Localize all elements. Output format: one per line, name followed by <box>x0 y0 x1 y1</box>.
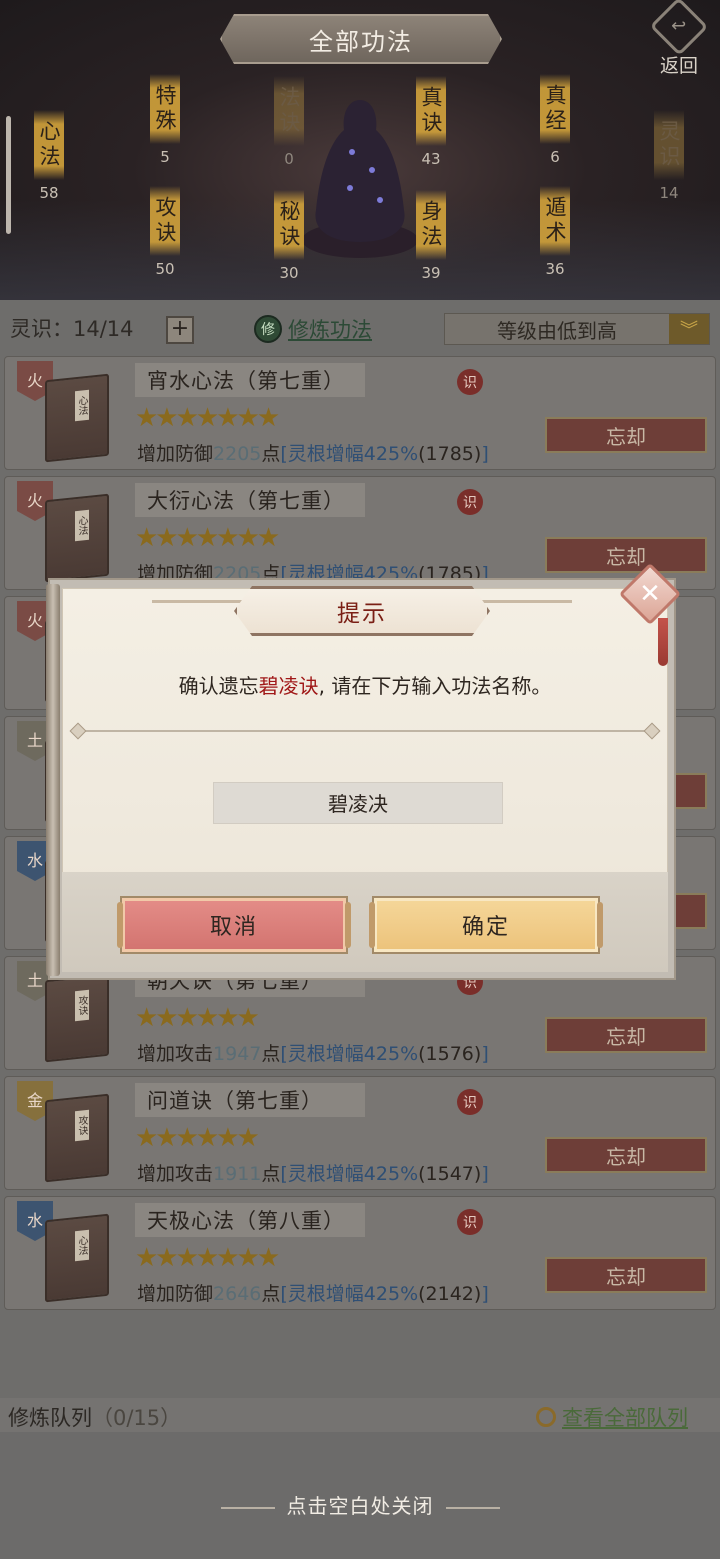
category-label: 秘诀 <box>274 190 304 260</box>
book-icon: 攻诀 <box>45 1093 109 1183</box>
forget-button[interactable]: 忘却 <box>545 417 707 453</box>
technique-name: 宵水心法（第七重） <box>135 363 365 397</box>
category-count: 5 <box>160 148 170 166</box>
technique-name-input[interactable]: 碧凌决 <box>213 782 503 824</box>
technique-name: 问道诀（第七重） <box>135 1083 365 1117</box>
scroll-rod <box>46 584 60 976</box>
technique-name: 天极心法（第八重） <box>135 1203 365 1237</box>
book-icon: 心法 <box>45 1213 109 1303</box>
dialog-message: 确认遗忘碧凌诀, 请在下方输入功法名称。 <box>178 674 552 698</box>
forget-button[interactable]: 忘却 <box>545 1257 707 1293</box>
add-lingshi-button[interactable]: + <box>166 316 194 344</box>
identify-icon[interactable]: 识 <box>457 1209 483 1235</box>
book-icon: 心法 <box>45 493 109 583</box>
category-teshu[interactable]: 特殊 5 <box>150 74 180 166</box>
identify-icon[interactable]: 识 <box>457 369 483 395</box>
practice-label: 修炼功法 <box>288 318 372 342</box>
technique-name-highlight: 碧凌诀 <box>258 674 319 698</box>
book-icon: 攻诀 <box>45 973 109 1063</box>
chevron-down-icon: ︾ <box>669 314 709 344</box>
back-arrow-icon: ↩ <box>649 0 709 56</box>
close-hint: 点击空白处关闭 <box>0 1490 720 1519</box>
tassel-decoration <box>658 618 668 666</box>
category-count: 30 <box>279 264 299 282</box>
confirm-forget-dialog: 提示 ✕ 确认遗忘碧凌诀, 请在下方输入功法名称。 碧凌决 取消 确定 <box>46 562 682 980</box>
category-zhenjing[interactable]: 真经 6 <box>540 74 570 166</box>
side-scrollbar[interactable] <box>6 116 11 234</box>
category-fajue[interactable]: 法诀 0 <box>274 76 304 168</box>
technique-card[interactable]: 火 心法 宵水心法（第七重） 识 ★★★★★★★ 增加防御2205点[灵根增幅4… <box>4 356 716 470</box>
category-count: 36 <box>545 260 565 278</box>
category-xinfa[interactable]: 心法 58 <box>34 110 64 202</box>
technique-attribute: 增加防御2205点[灵根增幅425%(1785)] <box>137 443 489 465</box>
search-icon <box>536 1407 556 1427</box>
technique-card[interactable]: 火 心法 大衍心法（第七重） 识 ★★★★★★★ 增加防御2205点[灵根增幅4… <box>4 476 716 590</box>
practice-technique-link[interactable]: 修 修炼功法 <box>254 314 372 344</box>
sort-dropdown[interactable]: 等级由低到高 ︾ <box>444 313 710 345</box>
category-label: 真经 <box>540 74 570 144</box>
lingshi-value: 14/14 <box>73 317 134 341</box>
view-all-label: 查看全部队列 <box>562 1406 688 1430</box>
sort-label: 等级由低到高 <box>497 318 617 343</box>
category-label: 遁术 <box>540 186 570 256</box>
confirm-button[interactable]: 确定 <box>369 896 603 954</box>
category-count: 39 <box>421 264 441 282</box>
identify-icon[interactable]: 识 <box>457 489 483 515</box>
technique-card[interactable]: 金 攻诀 问道诀（第七重） 识 ★★★★★★ 增加攻击1911点[灵根增幅425… <box>4 1076 716 1190</box>
category-shenfa[interactable]: 身法 39 <box>416 190 446 282</box>
category-lingshi[interactable]: 灵识 14 <box>654 110 684 202</box>
category-label: 攻诀 <box>150 186 180 256</box>
identify-icon[interactable]: 识 <box>457 1089 483 1115</box>
technique-attribute: 增加攻击1911点[灵根增幅425%(1547)] <box>137 1163 489 1185</box>
back-label: 返回 <box>659 55 698 77</box>
back-button[interactable]: ↩ 返回 <box>646 0 712 78</box>
star-rating: ★★★★★★ <box>135 1123 260 1153</box>
star-rating: ★★★★★★ <box>135 1003 260 1033</box>
technique-name: 大衍心法（第七重） <box>135 483 365 517</box>
lingshi-counter: 灵识：14/14 <box>10 313 134 343</box>
category-count: 43 <box>421 150 441 168</box>
queue-label: 修炼队列（0/15） <box>8 1406 182 1430</box>
lingshi-label: 灵识： <box>10 317 73 341</box>
forget-button[interactable]: 忘却 <box>545 537 707 573</box>
technique-attribute: 增加攻击1947点[灵根增幅425%(1576)] <box>137 1043 489 1065</box>
category-label: 灵识 <box>654 110 684 180</box>
star-rating: ★★★★★★★ <box>135 1243 280 1273</box>
category-gongjue[interactable]: 攻诀 50 <box>150 186 180 278</box>
category-label: 身法 <box>416 190 446 260</box>
category-count: 0 <box>284 150 294 168</box>
technique-card[interactable]: 水 心法 天极心法（第八重） 识 ★★★★★★★ 增加防御2646点[灵根增幅4… <box>4 1196 716 1310</box>
category-label: 心法 <box>34 110 64 180</box>
forget-button[interactable]: 忘却 <box>545 1017 707 1053</box>
category-label: 真诀 <box>416 76 446 146</box>
cancel-button[interactable]: 取消 <box>117 896 351 954</box>
forget-button[interactable]: 忘却 <box>545 1137 707 1173</box>
category-count: 6 <box>550 148 560 166</box>
category-zhenjue[interactable]: 真诀 43 <box>416 76 446 168</box>
view-all-queue-link[interactable]: 查看全部队列 <box>536 1402 688 1432</box>
category-mijue[interactable]: 秘诀 30 <box>274 190 304 282</box>
dialog-title: 提示 <box>234 586 490 636</box>
category-label: 特殊 <box>150 74 180 144</box>
book-icon: 心法 <box>45 373 109 463</box>
category-count: 14 <box>659 184 679 202</box>
divider <box>76 730 654 732</box>
technique-attribute: 增加防御2646点[灵根增幅425%(2142)] <box>137 1283 489 1305</box>
meditating-figure <box>302 100 418 258</box>
practice-badge-icon: 修 <box>254 315 282 343</box>
category-label: 法诀 <box>274 76 304 146</box>
technique-banner: 全部功法 ↩ 返回 心法 58 特殊 5 攻诀 50 法诀 0 秘诀 30 真诀… <box>0 0 720 300</box>
page-title: 全部功法 <box>220 14 502 64</box>
category-count: 50 <box>155 260 175 278</box>
close-icon: ✕ <box>639 579 661 609</box>
category-count: 58 <box>39 184 59 202</box>
star-rating: ★★★★★★★ <box>135 523 280 553</box>
star-rating: ★★★★★★★ <box>135 403 280 433</box>
category-dunshu[interactable]: 遁术 36 <box>540 186 570 278</box>
practice-queue-bar: 修炼队列（0/15） 查看全部队列 <box>0 1398 720 1432</box>
